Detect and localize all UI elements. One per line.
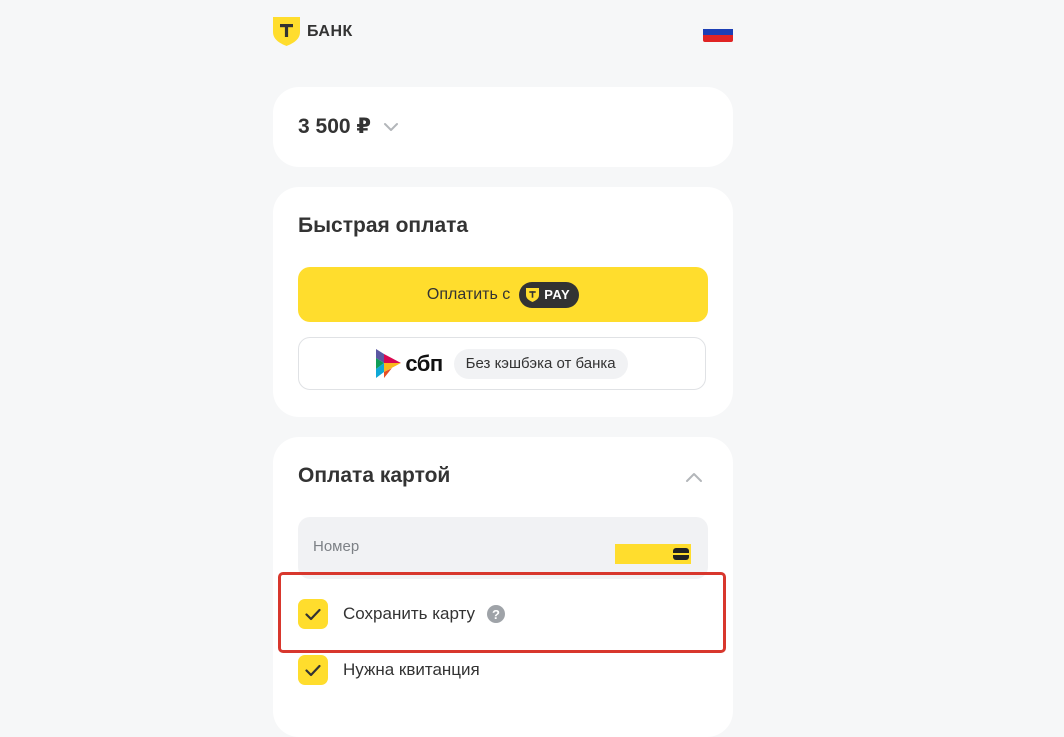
card-scan-icon[interactable] <box>615 544 691 564</box>
bank-logo-text: БАНК <box>307 22 353 40</box>
card-payment-card: Оплата картой Номер Сохранить карту ? Ну… <box>273 437 733 737</box>
save-card-option: Сохранить карту ? <box>298 599 506 629</box>
card-number-placeholder: Номер <box>313 538 360 555</box>
sbp-button[interactable]: сбп Без кэшбэка от банка <box>298 337 706 390</box>
sbp-logo-text: сбп <box>405 350 443 376</box>
russian-flag-icon[interactable] <box>703 22 733 42</box>
bank-logo[interactable]: БАНК <box>273 17 353 46</box>
receipt-option: Нужна квитанция <box>298 655 480 685</box>
checkmark-icon <box>305 608 321 620</box>
checkmark-icon <box>305 664 321 676</box>
chevron-down-icon <box>384 122 398 131</box>
card-chip-icon <box>673 548 689 560</box>
card-number-input[interactable]: Номер <box>298 517 708 579</box>
fast-payment-card: Быстрая оплата Оплатить с PAY сбп Без кэ… <box>273 187 733 417</box>
sbp-logo: сбп <box>376 349 443 378</box>
fast-payment-title: Быстрая оплата <box>298 214 469 237</box>
sbp-logo-icon <box>376 349 402 378</box>
tpay-badge: PAY <box>519 281 580 308</box>
card-payment-title: Оплата картой <box>298 464 451 487</box>
amount-value: 3 500 ₽ <box>298 115 371 138</box>
amount-selector[interactable]: 3 500 ₽ <box>298 114 399 139</box>
tpay-button[interactable]: Оплатить с PAY <box>298 267 708 322</box>
t-bank-shield-icon <box>526 287 540 302</box>
t-bank-shield-icon <box>273 17 300 46</box>
amount-card: 3 500 ₽ <box>273 87 733 167</box>
save-card-label: Сохранить карту <box>343 604 476 623</box>
sbp-cashback-note: Без кэшбэка от банка <box>453 348 628 379</box>
help-icon[interactable]: ? <box>487 605 506 623</box>
save-card-checkbox[interactable] <box>298 599 328 629</box>
chevron-up-icon[interactable] <box>685 471 703 483</box>
receipt-label: Нужна квитанция <box>343 660 480 679</box>
receipt-checkbox[interactable] <box>298 655 328 685</box>
tpay-button-label: Оплатить с <box>426 285 511 303</box>
tpay-badge-text: PAY <box>544 287 571 302</box>
